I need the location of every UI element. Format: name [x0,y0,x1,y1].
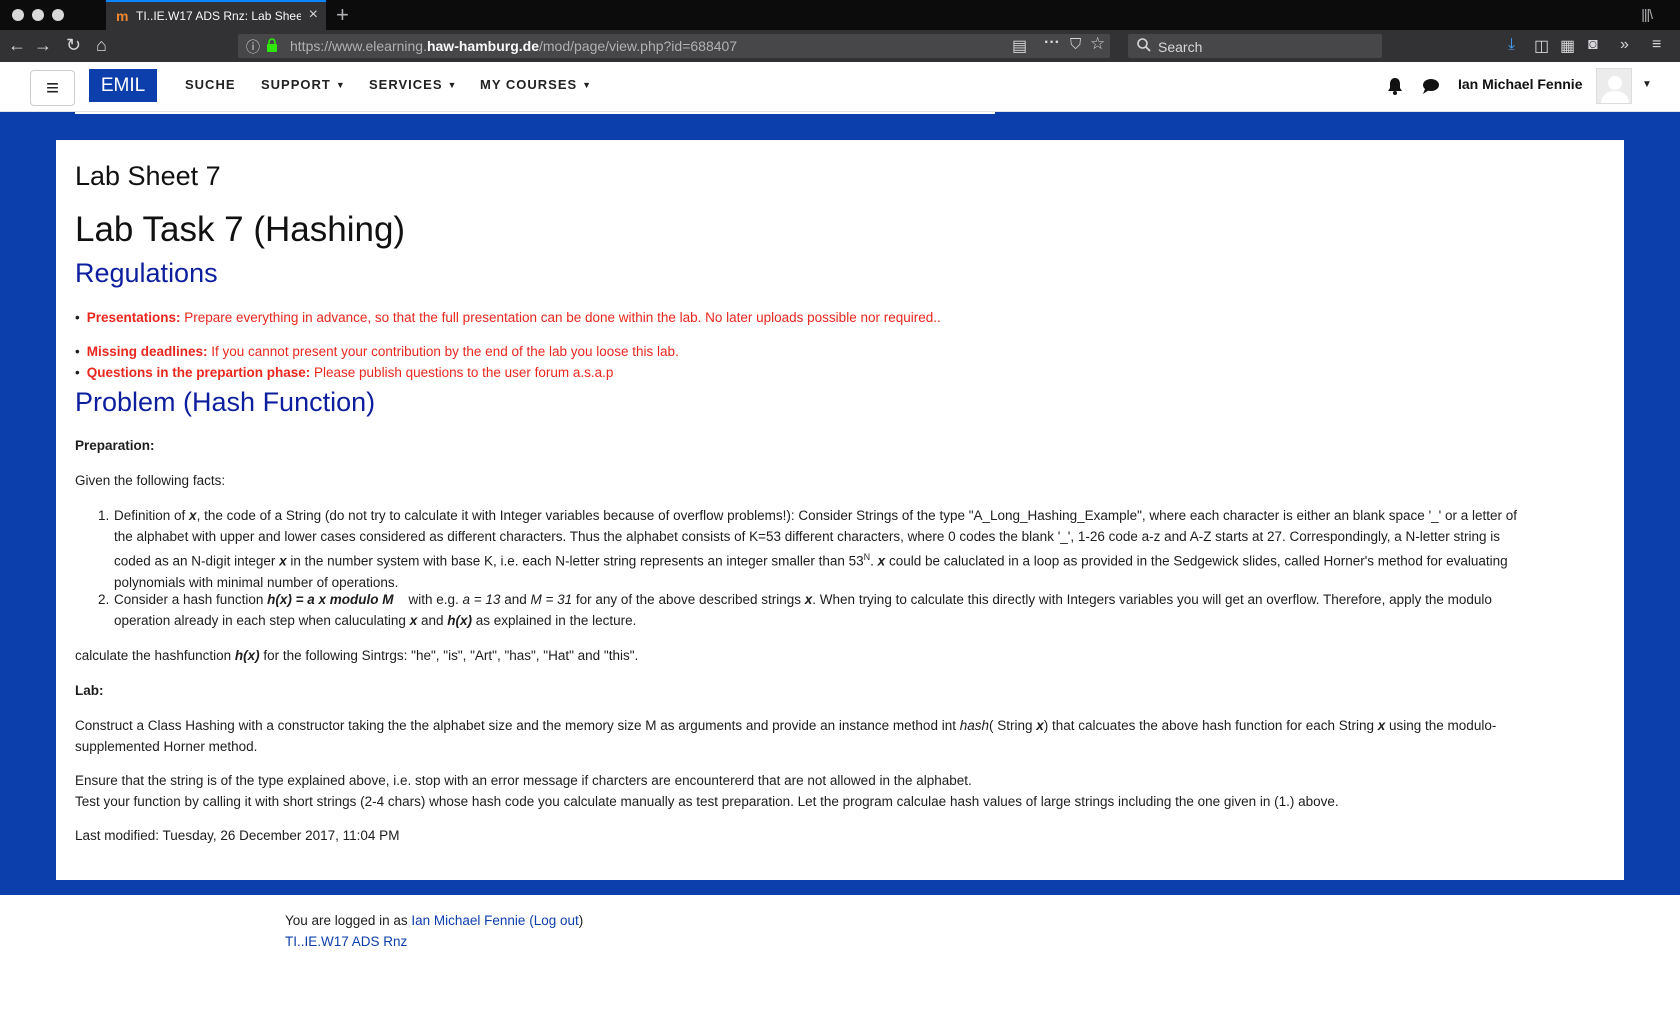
menu-item-my-courses[interactable]: MY COURSES ▼ [480,77,592,92]
moodle-favicon-icon: m [116,8,129,24]
regulation-item: • Presentations: Prepare everything in ad… [75,310,941,325]
menu-item-support[interactable]: SUPPORT ▼ [261,77,346,92]
tab-title: TI..IE.W17 ADS Rnz: Lab Sheet [136,9,301,23]
user-menu-chevron-down-icon[interactable]: ▼ [1642,79,1652,90]
home-icon[interactable]: ⌂ [96,34,107,56]
window-zoom-button[interactable] [52,9,64,21]
chevron-down-icon: ▼ [582,80,593,90]
chevron-down-icon: ▼ [335,80,346,90]
site-header: ≡ EMIL SUCHE SUPPORT ▼ SERVICES ▼ MY COURS… [0,62,1680,112]
back-arrow-icon[interactable]: ← [8,34,26,56]
forward-arrow-icon[interactable]: → [34,34,52,56]
emil-brand-logo[interactable]: EMIL [89,69,157,102]
download-icon[interactable]: ⤓ [1508,36,1515,54]
new-tab-button[interactable]: + [336,2,349,28]
sidebar-icon[interactable]: ◫ [1534,36,1549,56]
url-text: https://www.elearning.haw-hamburg.de/mod… [290,38,738,54]
task-title: Lab Task 7 (Hashing) [75,210,406,249]
regulations-heading: Regulations [75,258,218,288]
profile-link[interactable]: Ian Michael Fennie [411,913,525,928]
search-placeholder: Search [1158,39,1203,55]
hamburger-menu-icon[interactable]: ≡ [1652,36,1661,54]
construct-instruction: Construct a Class Hashing with a constru… [75,718,1497,754]
default-user-icon [1601,76,1629,103]
bookmark-star-icon[interactable]: ☆ [1090,34,1105,54]
given-facts-text: Given the following facts: [75,473,226,488]
tab-close-icon[interactable]: × [309,6,318,24]
menu-item-services[interactable]: SERVICES ▼ [369,77,457,92]
main-content-region: Lab Sheet 7 Lab Task 7 (Hashing) Regulat… [56,140,1624,880]
screenshot-icon[interactable]: ◙ [1588,36,1598,54]
page-title: Lab Sheet 7 [75,161,221,191]
window-close-button[interactable] [12,9,24,21]
pocket-icon[interactable]: ⛉ [1070,36,1081,53]
nav-drawer-toggle-button[interactable]: ≡ [30,70,75,106]
list-item-number: 1. [98,508,110,523]
list-item: 2. Consider a hash function h(x) = a x m… [98,589,1600,631]
extensions-icon[interactable]: ▦ [1560,36,1575,56]
lab-label: Lab: [75,683,104,698]
reader-view-icon[interactable]: ▤ [1012,36,1027,56]
ensure-instruction: Ensure that the string is of the type ex… [75,773,972,788]
list-item-number: 2. [98,592,110,607]
page-actions-icon[interactable]: ··· [1044,34,1060,52]
messages-chat-icon[interactable] [1421,76,1441,96]
course-link[interactable]: TI..IE.W17 ADS Rnz [285,934,407,949]
user-menu-name[interactable]: Ian Michael Fennie [1458,76,1582,92]
list-item: 1. Definition of x, the code of a String… [98,505,1600,593]
login-info: You are logged in as Ian Michael Fennie … [285,913,584,928]
page-footer: You are logged in as Ian Michael Fennie … [285,910,583,952]
regulation-item: • Questions in the prepartion phase: Plea… [75,365,614,380]
search-icon [1137,38,1151,52]
calculate-instruction: calculate the hashfunction h(x) for the … [75,648,639,663]
overflow-menu-icon[interactable]: » [1620,36,1629,54]
lock-icon [267,38,277,52]
avatar[interactable] [1596,68,1632,104]
info-icon[interactable]: ⓘ [246,37,260,57]
notification-bell-icon[interactable] [1385,76,1405,96]
search-bar[interactable]: Search [1128,34,1382,58]
window-minimize-button[interactable] [32,9,44,21]
url-bar[interactable]: ⓘ https://www.elearning.haw-hamburg.de/m… [238,34,1110,58]
test-instruction: Test your function by calling it with sh… [75,794,1339,809]
menu-item-suche[interactable]: SUCHE [185,77,236,92]
last-modified-text: Last modified: Tuesday, 26 December 2017… [75,828,400,843]
course-header-card-edge [75,112,995,114]
logout-link[interactable]: Log out [534,913,579,928]
regulation-item: • Missing deadlines: If you cannot presen… [75,344,679,359]
problem-heading: Problem (Hash Function) [75,387,376,417]
preparation-label: Preparation: [75,438,155,453]
library-icon[interactable]: |||\ [1641,6,1653,22]
reload-icon[interactable]: ↻ [66,34,81,56]
chevron-down-icon: ▼ [447,80,458,90]
browser-tab-bar: m TI..IE.W17 ADS Rnz: Lab Sheet × + |||\ [0,0,1680,30]
browser-tab-active[interactable]: m TI..IE.W17 ADS Rnz: Lab Sheet × [106,0,326,30]
browser-nav-bar: ← → ↻ ⌂ ⓘ https://www.elearning.haw-hamb… [0,30,1680,62]
